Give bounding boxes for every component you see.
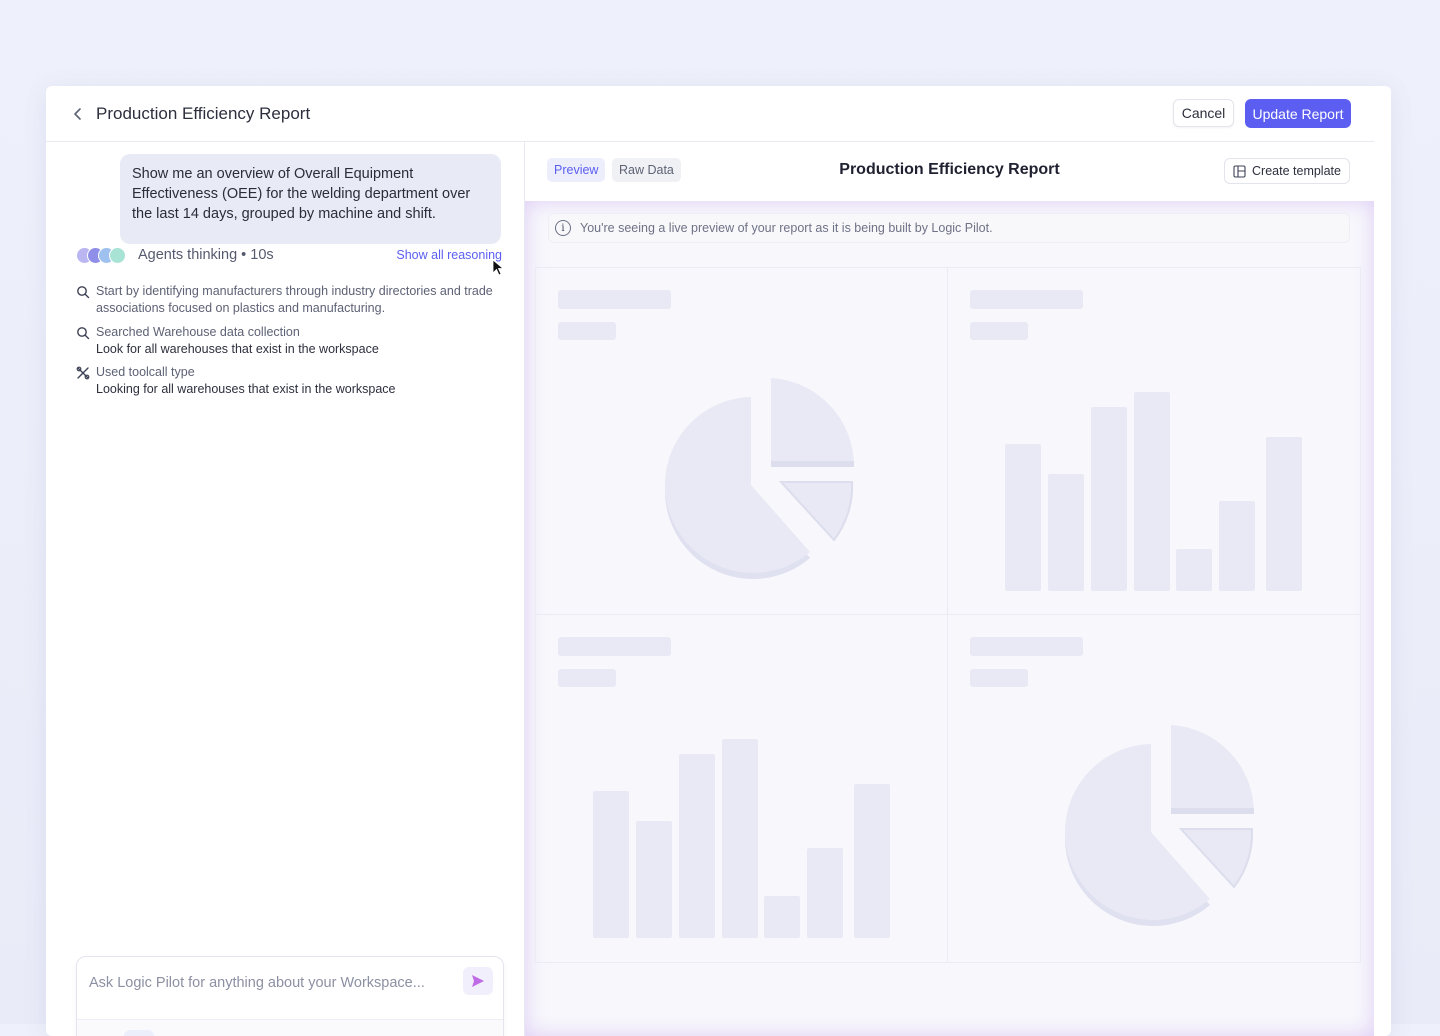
tab-raw-data[interactable]: Raw Data [612, 158, 681, 182]
chat-composer [76, 956, 504, 1036]
header: Production Efficiency Report Cancel Upda… [46, 86, 1374, 142]
step-title: Start by identifying manufacturers throu… [96, 284, 493, 315]
bar-chart-skeleton [593, 739, 890, 938]
report-builder-window: Production Efficiency Report Cancel Upda… [46, 86, 1391, 1036]
send-icon [472, 975, 484, 987]
send-button[interactable] [463, 967, 493, 995]
chart-placeholder-pie [536, 268, 948, 615]
chart-placeholder-pie [948, 615, 1360, 962]
thinking-status: Agents thinking • 10s [138, 247, 274, 263]
skeleton-subtitle [970, 669, 1028, 687]
cancel-button[interactable]: Cancel [1173, 99, 1234, 127]
chart-placeholder-grid [535, 267, 1361, 963]
show-all-reasoning-link[interactable]: Show all reasoning [396, 248, 502, 262]
skeleton-subtitle [558, 322, 616, 340]
tab-preview[interactable]: Preview [547, 158, 606, 182]
step-subtitle: Looking for all warehouses that exist in… [96, 382, 396, 396]
search-icon [77, 286, 90, 299]
step-subtitle: Look for all warehouses that exist in th… [96, 342, 379, 356]
user-message-bubble: Show me an overview of Overall Equipment… [120, 154, 501, 244]
preview-toolbar: Production Efficiency Report Preview Raw… [525, 142, 1374, 200]
mouse-cursor-icon [492, 259, 505, 276]
info-icon: i [555, 220, 571, 236]
skeleton-title [558, 637, 671, 656]
agent-avatar [109, 247, 126, 264]
agent-avatars [76, 247, 136, 265]
skeleton-title [558, 290, 671, 309]
skeleton-subtitle [970, 322, 1028, 340]
agents-thinking-row: Agents thinking • 10s Show all reasoning [76, 245, 502, 267]
chart-placeholder-bar [948, 268, 1360, 615]
bar-chart-skeleton [1005, 392, 1302, 591]
page-title: Production Efficiency Report [96, 104, 311, 123]
chat-panel: Show me an overview of Overall Equipment… [46, 142, 525, 1036]
layout-tool-button[interactable] [87, 1030, 117, 1036]
tools-icon [76, 366, 90, 380]
pie-chart-skeleton [1064, 725, 1255, 926]
document-tool-button[interactable] [124, 1030, 154, 1036]
search-icon [77, 327, 90, 340]
update-report-button[interactable]: Update Report [1245, 99, 1351, 128]
skeleton-title [970, 290, 1083, 309]
template-icon [1233, 164, 1246, 178]
report-preview-area: i You're seeing a live preview of your r… [525, 201, 1374, 1036]
create-template-button[interactable]: Create template [1224, 158, 1350, 184]
chat-input[interactable] [87, 971, 451, 995]
info-banner-text: You're seeing a live preview of your rep… [580, 221, 993, 235]
pie-chart-skeleton [664, 378, 855, 579]
reasoning-step: Searched Warehouse data collection Look … [76, 324, 502, 358]
composer-toolbar [77, 1019, 503, 1036]
back-button[interactable] [68, 104, 88, 124]
chart-placeholder-bar [536, 615, 948, 962]
reasoning-step: Used toolcall type Looking for all wareh… [76, 364, 502, 398]
brain-tool-button[interactable] [463, 1030, 493, 1036]
create-template-label: Create template [1252, 164, 1341, 178]
info-banner: i You're seeing a live preview of your r… [548, 213, 1350, 243]
step-title: Searched Warehouse data collection [96, 325, 300, 339]
reasoning-step: Start by identifying manufacturers throu… [76, 283, 502, 317]
skeleton-title [970, 637, 1083, 656]
chevron-left-icon [74, 108, 81, 120]
skeleton-subtitle [558, 669, 616, 687]
preview-panel: Production Efficiency Report Preview Raw… [525, 142, 1374, 1036]
step-title: Used toolcall type [96, 365, 195, 379]
